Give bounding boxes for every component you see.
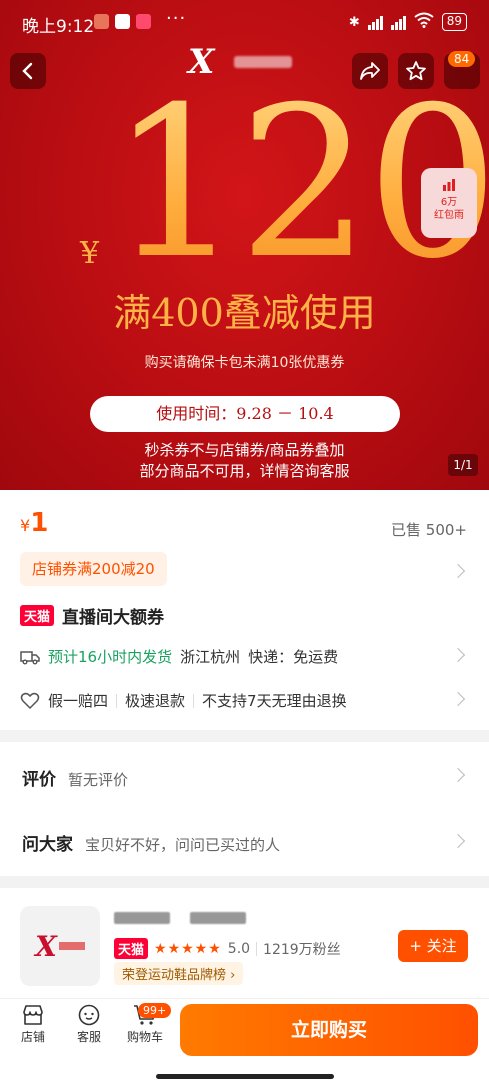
- promo-title: 直播间大额券: [62, 608, 165, 628]
- shop-name-blurred[interactable]: [114, 912, 246, 924]
- shipping-row[interactable]: 预计16小时内发货 浙江杭州 快递：免运费: [20, 646, 338, 667]
- signal-icon: [367, 14, 383, 30]
- heart-icon: [20, 692, 40, 709]
- app-notification-icon: [115, 14, 130, 29]
- tmall-badge: 天猫: [20, 605, 55, 626]
- sold-count: 已售 500+: [391, 521, 467, 539]
- shipping-origin: 浙江杭州: [180, 648, 241, 666]
- follow-button[interactable]: + 关注: [398, 930, 468, 962]
- hero-banner[interactable]: 晚上9:12 ··· ✱ 89 X 84 ¥ 120 满400叠减使用 购买请确…: [0, 0, 489, 490]
- coupon-rules-line: 秒杀券不与店铺券/商品券叠加: [144, 441, 345, 459]
- status-more-icon: ···: [166, 8, 187, 29]
- reviews-row[interactable]: 评价 暂无评价: [22, 765, 128, 790]
- cart-badge: 99+: [138, 1003, 172, 1018]
- back-icon: [22, 62, 33, 80]
- shipping-eta: 预计16小时内发货: [48, 648, 173, 666]
- coupon-note: 购买请确保卡包未满10张优惠券: [144, 355, 345, 371]
- home-indicator[interactable]: [156, 1074, 334, 1079]
- tab-cart-label: 购物车: [126, 1030, 163, 1044]
- ask-label: 问大家: [22, 835, 73, 855]
- shop-logo[interactable]: X: [20, 906, 100, 986]
- coupon-rules: 秒杀券不与店铺券/商品券叠加 部分商品不可用，详情咨询客服: [0, 440, 489, 482]
- tmall-badge: 天猫: [114, 938, 149, 959]
- red-packet-rain-widget[interactable]: 6万 红包雨: [421, 168, 477, 238]
- service-row[interactable]: 假一赔四 极速退款 不支持7天无理由退换: [20, 690, 347, 711]
- red-packet-rain-count: 6万: [440, 197, 458, 208]
- tab-service-label: 客服: [76, 1030, 101, 1044]
- shop-rank-text: 荣登运动鞋品牌榜: [122, 968, 227, 983]
- status-right: ✱ 89: [349, 12, 467, 32]
- shop-icon: [23, 1005, 43, 1025]
- image-pager: 1/1: [448, 454, 478, 476]
- price-symbol: ¥: [20, 516, 31, 535]
- shop-logo-mark: X: [35, 929, 57, 963]
- tab-shop-label: 店铺: [20, 1030, 45, 1044]
- promo-row: 天猫 直播间大额券: [20, 603, 164, 628]
- shop-coupon-tag[interactable]: 店铺券满200减20: [20, 552, 167, 586]
- coupon-rules-line: 部分商品不可用，详情咨询客服: [139, 462, 350, 480]
- wifi-icon: [414, 12, 434, 32]
- divider: [116, 693, 118, 708]
- tab-service[interactable]: 客服: [64, 1004, 114, 1045]
- app-notification-icon: [94, 14, 109, 29]
- ask-value: 宝贝好不好，问问已买过的人: [85, 836, 281, 854]
- shop-logo-text-blurred: [58, 942, 85, 950]
- chevron-right-icon: ›: [230, 968, 236, 983]
- red-packet-rain-label: 红包雨: [434, 210, 464, 221]
- reviews-label: 评价: [22, 770, 56, 790]
- divider: [256, 941, 258, 956]
- reviews-card: [0, 742, 489, 876]
- price-value: 1: [30, 508, 49, 538]
- shipping-fee: 快递：免运费: [248, 648, 339, 666]
- rating-stars: ★★★★★: [154, 940, 222, 957]
- product-page: 晚上9:12 ··· ✱ 89 X 84 ¥ 120 满400叠减使用 购买请确…: [0, 0, 489, 1087]
- coupon-time-pill: 使用时间：9.28 － 10.4: [90, 396, 400, 432]
- shop-fans: 1219万粉丝: [263, 941, 341, 958]
- shop-meta: 天猫 ★★★★★ 5.0 1219万粉丝: [114, 938, 341, 959]
- product-price: ¥1: [20, 508, 48, 538]
- shop-rank-badge[interactable]: 荣登运动鞋品牌榜 ›: [114, 962, 244, 985]
- app-notification-icon: [136, 14, 151, 29]
- service-item: 假一赔四: [48, 692, 109, 710]
- service-item: 不支持7天无理由退换: [202, 692, 347, 710]
- status-time: 晚上9:12: [22, 17, 95, 37]
- coupon-condition: 满400叠减使用: [113, 291, 376, 335]
- signal-icon: [390, 14, 406, 30]
- back-button[interactable]: [10, 53, 46, 89]
- divider: [193, 693, 195, 708]
- truck-icon: [20, 650, 40, 664]
- ask-row[interactable]: 问大家 宝贝好不好，问问已买过的人: [22, 830, 280, 855]
- rating-value: 5.0: [227, 940, 251, 957]
- buy-now-button[interactable]: 立即购买: [180, 1004, 478, 1056]
- service-icon: [78, 1004, 100, 1026]
- reviews-value: 暂无评价: [68, 771, 129, 789]
- chart-icon: [443, 179, 455, 191]
- service-item: 极速退款: [125, 692, 186, 710]
- coupon-currency: ¥: [80, 236, 100, 271]
- status-bar: 晚上9:12 ··· ✱ 89: [0, 0, 489, 46]
- battery-indicator: 89: [441, 13, 467, 31]
- bluetooth-icon: ✱: [348, 14, 360, 30]
- status-app-icons: [94, 14, 151, 29]
- tab-shop[interactable]: 店铺: [8, 1004, 58, 1045]
